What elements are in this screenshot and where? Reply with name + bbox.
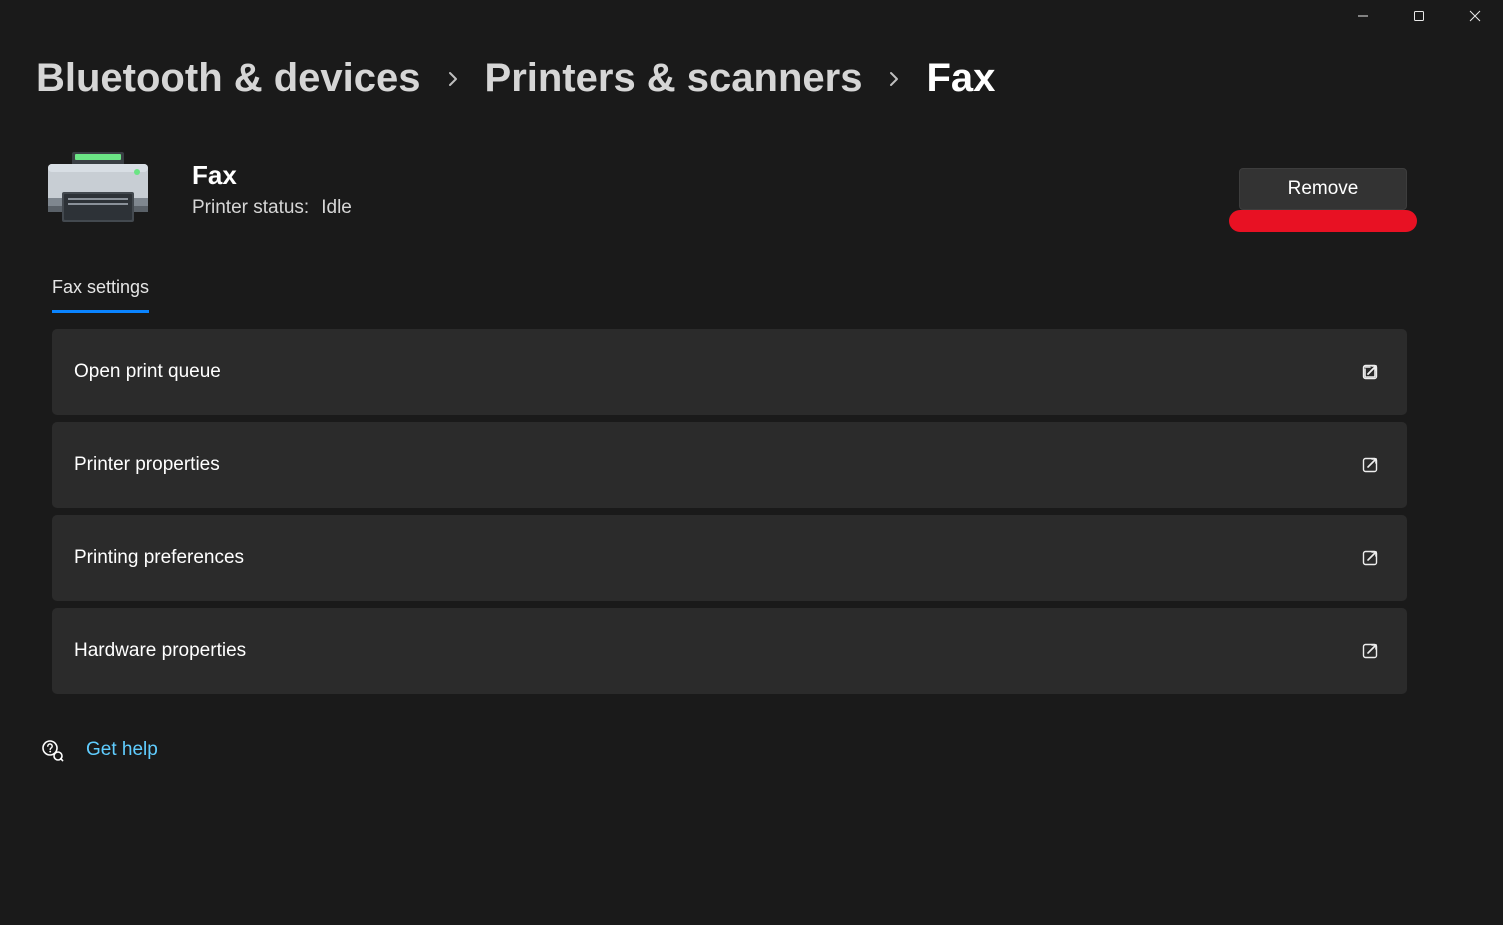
get-help-link[interactable]: Get help — [86, 739, 158, 761]
close-icon — [1469, 10, 1481, 22]
window-titlebar — [1335, 0, 1503, 32]
open-external-icon — [1361, 642, 1379, 660]
help-icon — [40, 738, 64, 762]
open-print-queue-button[interactable]: Open print queue — [52, 329, 1407, 415]
device-status-label: Printer status: — [192, 197, 309, 219]
device-status-value: Idle — [321, 197, 352, 219]
chevron-right-icon — [443, 69, 463, 89]
minimize-icon — [1357, 10, 1369, 22]
maximize-button[interactable] — [1391, 0, 1447, 32]
remove-button-wrap: Remove — [1239, 168, 1407, 210]
annotation-highlight — [1229, 210, 1417, 232]
list-item-label: Hardware properties — [74, 640, 246, 662]
breadcrumb-printers-scanners[interactable]: Printers & scanners — [485, 56, 863, 101]
remove-button[interactable]: Remove — [1239, 168, 1407, 210]
device-name: Fax — [192, 160, 1239, 191]
printing-preferences-button[interactable]: Printing preferences — [52, 515, 1407, 601]
minimize-button[interactable] — [1335, 0, 1391, 32]
breadcrumb-current: Fax — [926, 56, 995, 101]
open-external-icon — [1361, 456, 1379, 474]
open-external-icon — [1361, 549, 1379, 567]
list-item-label: Open print queue — [74, 361, 221, 383]
printer-icon — [42, 149, 154, 229]
help-row: Get help — [40, 738, 1465, 762]
list-item-label: Printing preferences — [74, 547, 244, 569]
open-external-icon — [1361, 363, 1379, 381]
printer-properties-button[interactable]: Printer properties — [52, 422, 1407, 508]
breadcrumb: Bluetooth & devices Printers & scanners … — [36, 56, 1465, 101]
chevron-right-icon — [884, 69, 904, 89]
close-button[interactable] — [1447, 0, 1503, 32]
maximize-icon — [1413, 10, 1425, 22]
device-header: Fax Printer status: Idle Remove — [42, 149, 1465, 229]
breadcrumb-bluetooth-devices[interactable]: Bluetooth & devices — [36, 56, 421, 101]
device-label-stack: Fax Printer status: Idle — [192, 160, 1239, 219]
hardware-properties-button[interactable]: Hardware properties — [52, 608, 1407, 694]
settings-list: Open print queue Printer properties Prin… — [52, 329, 1465, 694]
section-title: Fax settings — [52, 277, 149, 313]
list-item-label: Printer properties — [74, 454, 220, 476]
